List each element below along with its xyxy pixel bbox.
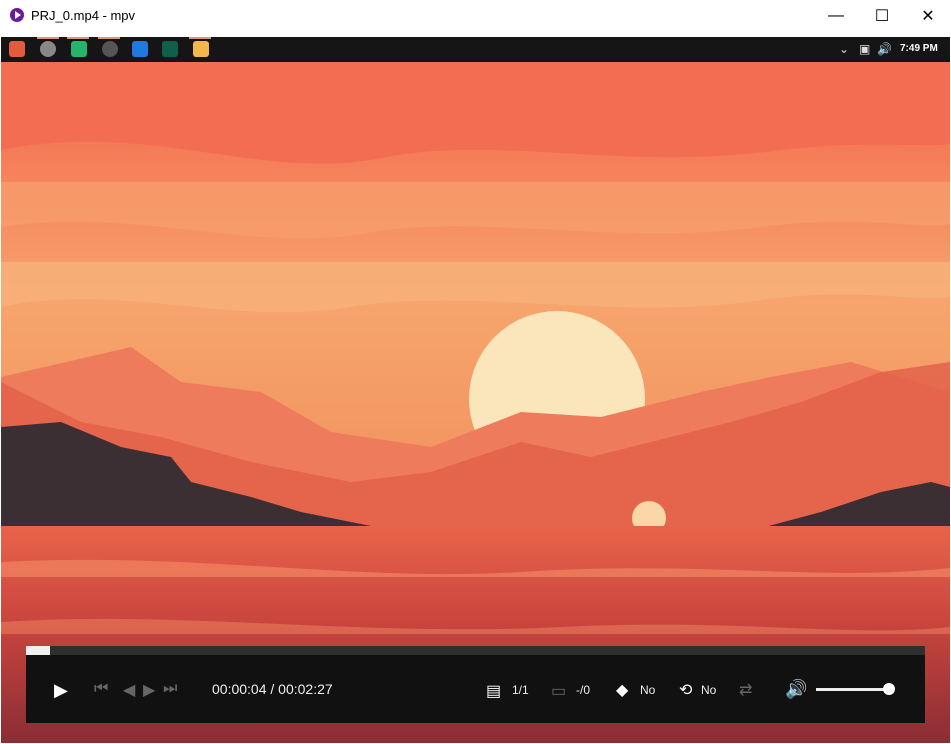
mpv-window: PRJ_0.mp4 - mpv — ☐ ✕ ⌄ ▣ 🔊 7:49 PM ▶ ⏮ … [0,0,951,744]
video-frame [1,62,950,743]
network-icon[interactable]: ▣ [859,42,870,56]
folder-icon[interactable] [193,41,209,57]
volume-button[interactable]: 🔊 [785,679,807,700]
close-button[interactable]: ✕ [905,0,951,31]
shuffle-icon[interactable]: ⇄ [739,680,752,700]
taskbar: ⌄ ▣ 🔊 7:49 PM [1,37,950,62]
volume-icon[interactable]: 🔊 [877,42,892,56]
next-chapter-icon[interactable]: ⏭ [163,680,177,698]
headphones-icon[interactable] [71,41,87,57]
audio-track-label: 1/1 [512,683,529,697]
chevron-up-icon[interactable]: ⌄ [839,42,849,56]
windows-icon[interactable] [9,41,25,57]
maximize-button[interactable]: ☐ [859,0,905,31]
volume-knob[interactable] [883,683,895,695]
loop-icon[interactable]: ⟲ [679,680,692,700]
loop-label: No [701,683,717,697]
subtitle-icon[interactable]: ▭ [551,681,566,701]
video-area[interactable] [1,62,950,743]
minimize-button[interactable]: — [813,0,859,31]
control-bar: ▶ ⏮ ◀ ▶ ⏭ 00:00:04 / 00:02:27 ▤ 1/1 ▭ -/… [26,646,925,723]
seek-back-icon[interactable]: ◀ [123,680,135,700]
terminal-icon[interactable] [162,41,178,57]
clock-app-icon[interactable] [102,41,118,57]
seek-forward-icon[interactable]: ▶ [143,680,155,700]
mpv-app-icon [10,8,24,22]
media-icon[interactable] [40,41,56,57]
seek-progress [26,646,51,655]
audio-track-icon[interactable]: ▤ [486,681,501,701]
taskbar-clock[interactable]: 7:49 PM [900,43,938,54]
window-title: PRJ_0.mp4 - mpv [31,8,136,23]
play-button[interactable]: ▶ [54,680,68,701]
previous-chapter-icon[interactable]: ⏮ [94,680,108,698]
title-bar: PRJ_0.mp4 - mpv — ☐ ✕ [0,0,951,31]
layers-icon[interactable]: ◆ [616,680,628,700]
time-display: 00:00:04 / 00:02:27 [212,681,333,697]
layers-label: No [640,683,656,697]
vscode-icon[interactable] [132,41,148,57]
seek-bar[interactable] [26,646,925,655]
subtitle-track-label: -/0 [576,683,591,697]
volume-slider[interactable] [816,688,886,691]
